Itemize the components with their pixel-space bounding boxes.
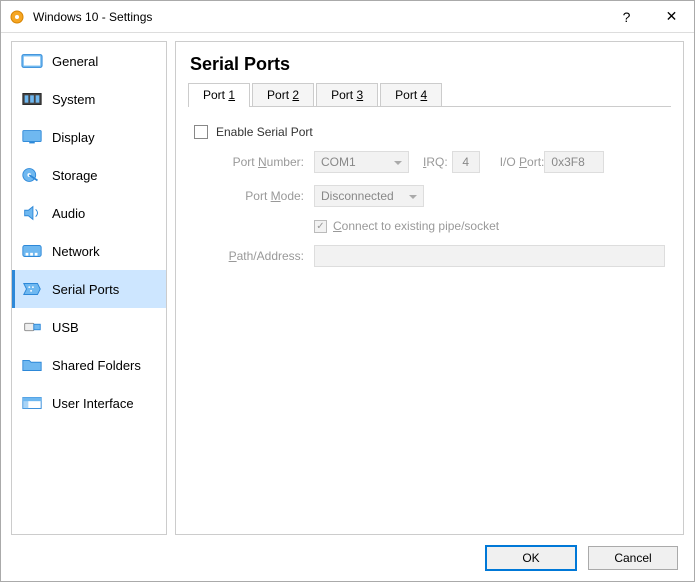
tab-port-4[interactable]: Port 4 <box>380 83 442 106</box>
sidebar-item-storage[interactable]: Storage <box>12 156 166 194</box>
sidebar-item-label: Serial Ports <box>52 282 119 297</box>
sidebar-item-label: Shared Folders <box>52 358 141 373</box>
sidebar-item-network[interactable]: Network <box>12 232 166 270</box>
cancel-button[interactable]: Cancel <box>588 546 678 570</box>
port-number-select[interactable]: COM1 <box>314 151 409 173</box>
path-label: Path/Address: <box>194 249 304 263</box>
port-form: Enable Serial Port Port Number: COM1 IRQ: 4 I… <box>176 107 683 297</box>
close-button[interactable]: ✕ <box>649 1 694 33</box>
sidebar-item-general[interactable]: General <box>12 42 166 80</box>
port-mode-label: Port Mode: <box>194 189 304 203</box>
folder-icon <box>20 356 44 374</box>
ok-button[interactable]: OK <box>486 546 576 570</box>
sidebar-item-label: System <box>52 92 95 107</box>
window-title: Windows 10 - Settings <box>33 10 604 24</box>
display-icon <box>20 128 44 146</box>
connect-existing-checkbox[interactable]: ✓ <box>314 220 327 233</box>
sidebar-item-usb[interactable]: USB <box>12 308 166 346</box>
general-icon <box>20 52 44 70</box>
port-mode-select[interactable]: Disconnected <box>314 185 424 207</box>
sidebar-item-label: Storage <box>52 168 98 183</box>
sidebar-item-label: Network <box>52 244 100 259</box>
tab-port-3[interactable]: Port 3 <box>316 83 378 106</box>
sidebar-item-label: Audio <box>52 206 85 221</box>
path-input[interactable] <box>314 245 665 267</box>
connect-existing-label: Connect to existing pipe/socket <box>333 219 499 233</box>
sidebar-item-audio[interactable]: Audio <box>12 194 166 232</box>
sidebar-item-serial-ports[interactable]: Serial Ports <box>12 270 166 308</box>
usb-icon <box>20 318 44 336</box>
port-tabs: Port 1 Port 2 Port 3 Port 4 <box>176 83 683 106</box>
settings-sidebar: General System Display Storage Audio Net… <box>11 41 167 535</box>
irq-label: IRQ: <box>423 155 448 169</box>
tab-port-2[interactable]: Port 2 <box>252 83 314 106</box>
ioport-label: I/O Port: <box>500 155 545 169</box>
ui-icon <box>20 394 44 412</box>
titlebar: Windows 10 - Settings ? ✕ <box>1 1 694 33</box>
sidebar-item-label: USB <box>52 320 79 335</box>
irq-input: 4 <box>452 151 480 173</box>
sidebar-item-label: Display <box>52 130 95 145</box>
dialog-footer: OK Cancel <box>1 535 694 581</box>
sidebar-item-display[interactable]: Display <box>12 118 166 156</box>
page-title: Serial Ports <box>176 42 683 83</box>
serial-icon <box>20 280 44 298</box>
port-number-label: Port Number: <box>194 155 304 169</box>
main-panel: Serial Ports Port 1 Port 2 Port 3 Port 4… <box>175 41 684 535</box>
storage-icon <box>20 166 44 184</box>
sidebar-item-user-interface[interactable]: User Interface <box>12 384 166 422</box>
sidebar-item-label: User Interface <box>52 396 134 411</box>
app-gear-icon <box>9 9 25 25</box>
system-icon <box>20 90 44 108</box>
enable-serial-port-label: Enable Serial Port <box>216 125 313 139</box>
sidebar-item-shared-folders[interactable]: Shared Folders <box>12 346 166 384</box>
network-icon <box>20 242 44 260</box>
audio-icon <box>20 204 44 222</box>
enable-serial-port-checkbox[interactable] <box>194 125 208 139</box>
sidebar-item-system[interactable]: System <box>12 80 166 118</box>
help-button[interactable]: ? <box>604 1 649 33</box>
tab-port-1[interactable]: Port 1 <box>188 83 250 106</box>
sidebar-item-label: General <box>52 54 98 69</box>
ioport-input: 0x3F8 <box>544 151 604 173</box>
